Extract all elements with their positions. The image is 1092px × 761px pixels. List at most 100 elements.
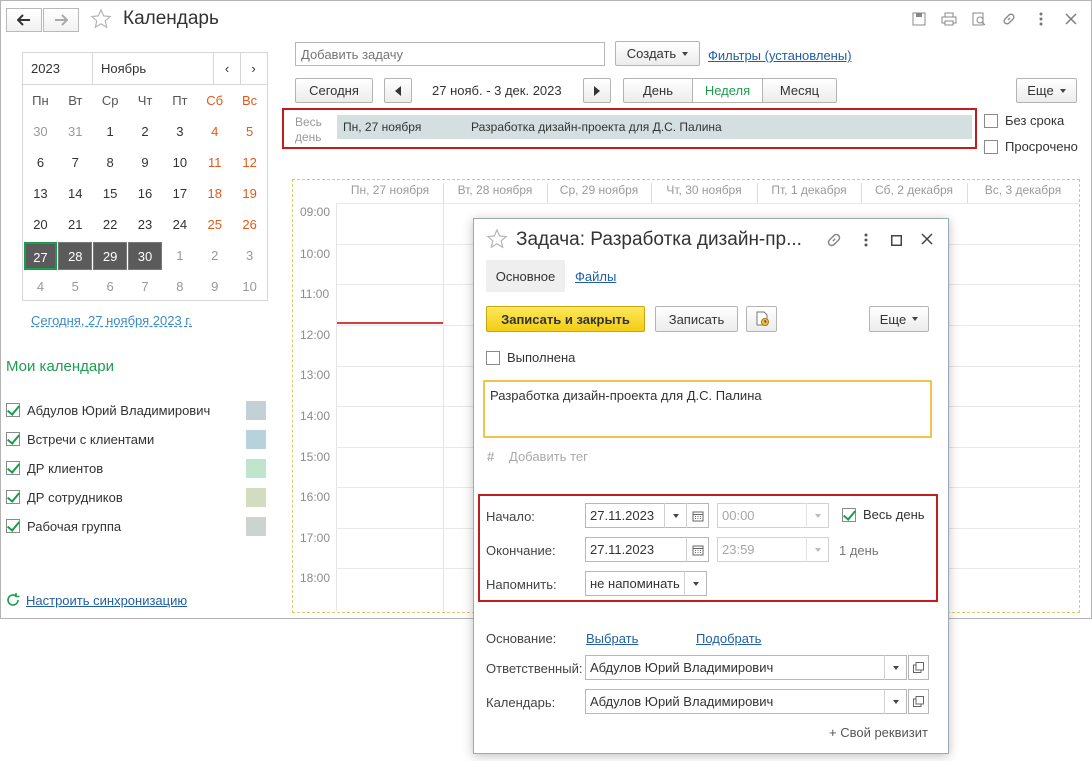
day-cell[interactable]: 5 xyxy=(232,118,267,146)
prev-month-icon[interactable]: ‹ xyxy=(214,61,240,76)
day-cell[interactable]: 1 xyxy=(162,242,197,270)
checkbox[interactable] xyxy=(486,350,500,365)
day-cell[interactable]: 8 xyxy=(93,149,128,177)
create-button[interactable]: Создать xyxy=(615,41,700,66)
day-cell[interactable]: 9 xyxy=(128,149,163,177)
checkbox[interactable] xyxy=(6,490,20,504)
end-date-field[interactable]: 27.11.2023 xyxy=(585,537,709,562)
checkbox[interactable] xyxy=(6,432,20,446)
day-cell[interactable]: 13 xyxy=(23,180,58,208)
day-cell[interactable]: 26 xyxy=(232,211,267,239)
checkbox[interactable] xyxy=(984,113,998,128)
day-cell[interactable]: 9 xyxy=(197,273,232,301)
day-cell[interactable]: 11 xyxy=(197,149,232,177)
prev-period-button[interactable] xyxy=(384,78,412,103)
link-icon[interactable] xyxy=(826,232,842,251)
day-cell[interactable]: 4 xyxy=(23,273,58,301)
checkbox[interactable] xyxy=(6,519,20,533)
description-field[interactable]: Разработка дизайн-проекта для Д.С. Палин… xyxy=(483,380,932,438)
today-link[interactable]: Сегодня, 27 ноября 2023 г. xyxy=(31,313,192,328)
link-icon[interactable] xyxy=(1000,10,1018,28)
calendar-icon[interactable] xyxy=(686,537,708,562)
day-cell[interactable]: 2 xyxy=(197,242,232,270)
checkbox[interactable] xyxy=(6,461,20,475)
chevron-down-icon[interactable] xyxy=(884,689,906,714)
view-month-button[interactable]: Месяц xyxy=(762,78,837,103)
done-checkbox[interactable]: Выполнена xyxy=(486,350,575,365)
day-cell[interactable]: 22 xyxy=(93,211,128,239)
chevron-down-icon[interactable] xyxy=(684,571,706,596)
day-cell[interactable]: 18 xyxy=(197,180,232,208)
favorite-star-icon[interactable] xyxy=(90,8,112,33)
day-cell[interactable]: 25 xyxy=(197,211,232,239)
basis-pick-link[interactable]: Подобрать xyxy=(696,631,761,646)
chevron-down-icon[interactable] xyxy=(806,503,828,528)
day-cell[interactable]: 24 xyxy=(162,211,197,239)
calendar-icon[interactable] xyxy=(686,503,708,528)
calendar-item[interactable]: Абдулов Юрий Владимирович xyxy=(6,400,210,420)
day-cell[interactable]: 3 xyxy=(162,118,197,146)
day-cell[interactable]: 1 xyxy=(93,118,128,146)
day-cell[interactable]: 30 xyxy=(23,118,58,146)
add-task-input[interactable] xyxy=(295,42,605,66)
next-month-icon[interactable]: › xyxy=(240,52,266,85)
calendar-item[interactable]: ДР сотрудников xyxy=(6,487,123,507)
month-field[interactable]: Ноябрь xyxy=(93,53,214,85)
day-cell[interactable]: 21 xyxy=(58,211,93,239)
save-and-close-button[interactable]: Записать и закрыть xyxy=(486,306,645,332)
day-cell[interactable]: 31 xyxy=(58,118,93,146)
day-cell[interactable]: 19 xyxy=(232,180,267,208)
preview-icon[interactable] xyxy=(970,10,988,28)
day-cell[interactable]: 7 xyxy=(58,149,93,177)
day-cell[interactable]: 8 xyxy=(162,273,197,301)
more-vertical-icon[interactable] xyxy=(1032,10,1050,28)
calendar-field[interactable]: Абдулов Юрий Владимирович xyxy=(585,689,907,714)
chevron-down-icon[interactable] xyxy=(806,537,828,562)
today-button[interactable]: Сегодня xyxy=(295,78,373,103)
day-cell[interactable]: 10 xyxy=(232,273,267,301)
more-button[interactable]: Еще xyxy=(1016,78,1077,103)
dialog-more-button[interactable]: Еще xyxy=(869,306,929,332)
day-cell[interactable]: 15 xyxy=(93,180,128,208)
checkbox[interactable] xyxy=(6,403,20,417)
save-button[interactable]: Записать xyxy=(655,306,738,332)
document-clock-button[interactable] xyxy=(746,306,777,332)
close-icon[interactable] xyxy=(921,233,933,248)
favorite-star-icon[interactable] xyxy=(486,228,508,253)
day-cell[interactable]: 6 xyxy=(93,273,128,301)
calendar-item[interactable]: Рабочая группа xyxy=(6,516,121,536)
tab-files[interactable]: Файлы xyxy=(575,269,616,284)
day-cell-today[interactable]: 27 xyxy=(23,241,58,270)
start-time-field[interactable]: 00:00 xyxy=(717,503,829,528)
open-calendar-button[interactable] xyxy=(908,689,929,714)
year-field[interactable]: 2023 xyxy=(23,53,93,85)
day-cell[interactable]: 3 xyxy=(232,242,267,270)
overdue-filter[interactable]: Просрочено xyxy=(984,139,1078,154)
back-button[interactable] xyxy=(6,8,42,32)
sync-settings-link[interactable]: Настроить синхронизацию xyxy=(26,593,187,608)
start-date-field[interactable]: 27.11.2023 xyxy=(585,503,709,528)
add-custom-attribute-link[interactable]: + Свой реквизит xyxy=(829,725,928,740)
allday-event[interactable]: Пн, 27 ноября Разработка дизайн-проекта … xyxy=(337,115,972,139)
calendar-item[interactable]: Встречи с клиентами xyxy=(6,429,154,449)
chevron-down-icon[interactable] xyxy=(664,503,686,528)
day-cell[interactable]: 14 xyxy=(58,180,93,208)
day-cell[interactable]: 7 xyxy=(128,273,163,301)
tab-main[interactable]: Основное xyxy=(486,260,565,292)
more-vertical-icon[interactable] xyxy=(864,233,868,250)
remind-select[interactable]: не напоминать xyxy=(585,571,707,596)
responsible-field[interactable]: Абдулов Юрий Владимирович xyxy=(585,655,907,680)
next-period-button[interactable] xyxy=(583,78,611,103)
day-cell[interactable]: 4 xyxy=(197,118,232,146)
day-cell[interactable]: 23 xyxy=(128,211,163,239)
day-cell-selected[interactable]: 29 xyxy=(93,241,128,270)
day-cell[interactable]: 17 xyxy=(162,180,197,208)
checkbox[interactable] xyxy=(842,507,856,522)
calendar-item[interactable]: ДР клиентов xyxy=(6,458,103,478)
view-week-button[interactable]: Неделя xyxy=(692,78,763,103)
day-cell[interactable]: 10 xyxy=(162,149,197,177)
add-tag-input[interactable]: Добавить тег xyxy=(509,449,588,464)
filters-link[interactable]: Фильтры (установлены) xyxy=(708,48,852,63)
checkbox[interactable] xyxy=(984,139,998,154)
day-cell-selected[interactable]: 28 xyxy=(58,241,93,270)
